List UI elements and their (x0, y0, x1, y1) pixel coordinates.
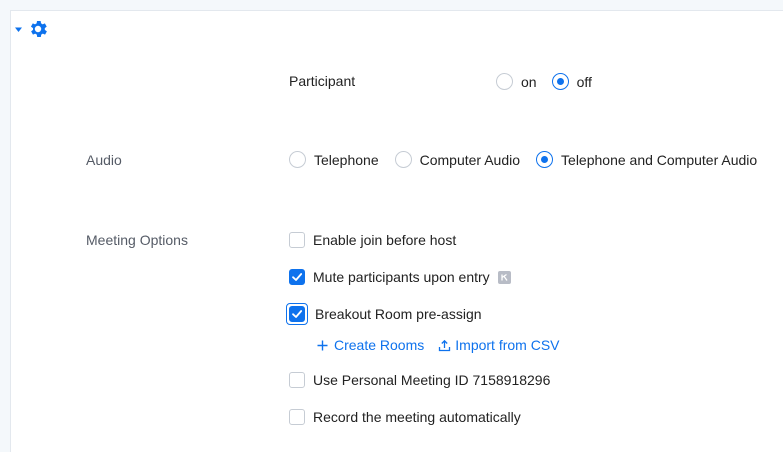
create-rooms-label[interactable]: Create Rooms (334, 337, 424, 353)
mute-on-entry-label[interactable]: Mute participants upon entry (313, 269, 490, 285)
option-personal-meeting-id[interactable]: Use Personal Meeting ID 7158918296 (289, 372, 550, 388)
plus-icon (317, 340, 328, 350)
participant-row: Participant (289, 73, 355, 89)
import-csv-link[interactable]: Import from CSV (438, 337, 560, 353)
participant-on-radio[interactable] (496, 73, 513, 90)
breakout-preassign-checkbox[interactable] (289, 306, 305, 322)
participant-off-label[interactable]: off (577, 74, 592, 90)
audio-both-radio[interactable] (536, 151, 554, 168)
participant-options: on off (496, 73, 592, 90)
breakout-preassign-label[interactable]: Breakout Room pre-assign (315, 306, 482, 322)
audio-telephone-radio[interactable] (289, 151, 306, 168)
option-mute-on-entry[interactable]: Mute participants upon entry (289, 269, 511, 285)
record-automatically-label[interactable]: Record the meeting automatically (313, 409, 521, 425)
audio-label: Audio (86, 152, 122, 168)
audio-computer-radio[interactable] (394, 151, 412, 168)
participant-label: Participant (289, 73, 356, 89)
join-before-host-label[interactable]: Enable join before host (313, 232, 456, 248)
participant-on-label[interactable]: on (521, 74, 537, 90)
record-automatically-checkbox[interactable] (289, 409, 305, 425)
create-rooms-link[interactable]: Create Rooms (316, 337, 424, 353)
audio-both-label[interactable]: Telephone and Computer Audio (561, 152, 757, 168)
mute-on-entry-checkbox[interactable] (289, 269, 305, 285)
collapse-toggle[interactable] (14, 18, 49, 40)
option-join-before-host[interactable]: Enable join before host (289, 232, 456, 248)
caret-down-icon[interactable] (14, 25, 23, 34)
participant-off-radio[interactable] (551, 73, 569, 90)
import-csv-label[interactable]: Import from CSV (455, 337, 559, 353)
audio-computer-label[interactable]: Computer Audio (420, 152, 520, 168)
option-record-automatically[interactable]: Record the meeting automatically (289, 409, 521, 425)
meeting-options-label: Meeting Options (86, 232, 188, 248)
gear-icon (30, 21, 47, 37)
breakout-links: Create Rooms Import from CSV (316, 337, 560, 353)
personal-meeting-id-checkbox[interactable] (289, 372, 305, 388)
join-before-host-checkbox[interactable] (289, 232, 305, 248)
info-badge-icon[interactable] (497, 270, 511, 284)
audio-options: Telephone Computer Audio Telephone and C… (289, 151, 757, 168)
option-breakout-preassign[interactable]: Breakout Room pre-assign (286, 303, 482, 325)
upload-icon (439, 339, 451, 351)
personal-meeting-id-label[interactable]: Use Personal Meeting ID 7158918296 (313, 372, 550, 388)
breakout-checkbox-focus (286, 303, 308, 325)
audio-telephone-label[interactable]: Telephone (314, 152, 379, 168)
